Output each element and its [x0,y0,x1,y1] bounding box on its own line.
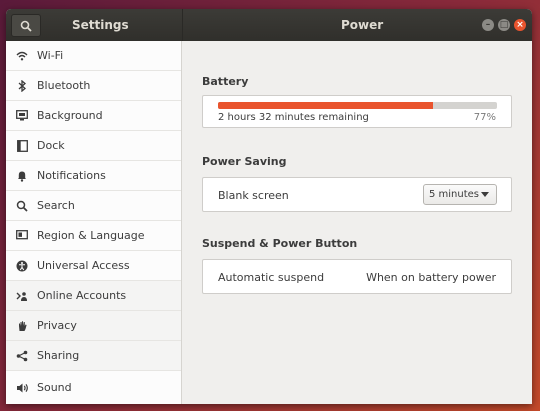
panel-title: Power [341,18,384,32]
sidebar-item-label: Background [37,109,103,122]
sidebar-item-label: Online Accounts [37,289,127,302]
sidebar-item-label: Notifications [37,169,106,182]
maximize-button[interactable]: □ [498,19,510,31]
power-saving-panel: Blank screen 5 minutes [202,177,512,212]
background-icon [15,109,29,123]
titlebar-divider [182,9,183,41]
battery-panel: 2 hours 32 minutes remaining 77% [202,95,512,128]
share-icon [15,349,29,363]
search-icon [20,20,32,32]
speaker-icon [15,381,29,395]
battery-percent: 77% [473,112,496,123]
search-icon [15,199,29,213]
bluetooth-icon [15,79,29,93]
sidebar-item-label: Search [37,199,75,212]
sidebar-item-search[interactable]: Search [6,191,181,221]
maximize-icon: □ [499,20,509,30]
blank-screen-value: 5 minutes [429,189,480,200]
blank-screen-dropdown[interactable]: 5 minutes [423,184,497,205]
sidebar-item-privacy[interactable]: Privacy [6,311,181,341]
blank-screen-label: Blank screen [218,189,289,202]
sidebar-item-label: Dock [37,139,65,152]
bell-icon [15,169,29,183]
app-title: Settings [72,18,129,32]
sidebar-item-universal-access[interactable]: Universal Access [6,251,181,281]
online-accounts-icon [15,289,29,303]
automatic-suspend-row[interactable]: Automatic suspend When on battery power [202,259,512,294]
automatic-suspend-value: When on battery power [366,271,496,284]
sidebar: Wi-Fi Bluetooth Background Dock Notifica… [6,41,182,404]
sidebar-item-label: Wi-Fi [37,49,64,62]
battery-level-fill [218,102,433,109]
search-button[interactable] [11,14,41,37]
power-panel: Battery 2 hours 32 minutes remaining 77%… [182,41,532,404]
sidebar-item-bluetooth[interactable]: Bluetooth [6,71,181,101]
sidebar-item-sharing[interactable]: Sharing [6,341,181,371]
sidebar-item-label: Sound [37,381,72,394]
battery-level-bar [218,102,497,109]
hand-icon [15,319,29,333]
wifi-icon [15,49,29,63]
settings-window: Settings Power – □ × Wi-Fi Bluetooth Bac… [6,9,532,404]
sidebar-item-online-accounts[interactable]: Online Accounts [6,281,181,311]
sidebar-item-label: Bluetooth [37,79,91,92]
sidebar-item-background[interactable]: Background [6,101,181,131]
title-bar: Settings Power – □ × [6,9,532,41]
sidebar-item-region-language[interactable]: Region & Language [6,221,181,251]
suspend-section-title: Suspend & Power Button [202,237,358,250]
sidebar-item-notifications[interactable]: Notifications [6,161,181,191]
power-saving-section-title: Power Saving [202,155,287,168]
sidebar-item-label: Sharing [37,349,80,362]
automatic-suspend-label: Automatic suspend [218,271,325,284]
close-icon: × [516,20,524,30]
sidebar-item-wifi[interactable]: Wi-Fi [6,41,181,71]
sidebar-item-sound[interactable]: Sound [6,371,181,404]
accessibility-icon [15,259,29,273]
minimize-icon: – [485,20,491,30]
battery-section-title: Battery [202,75,249,88]
sidebar-item-label: Privacy [37,319,77,332]
sidebar-item-dock[interactable]: Dock [6,131,181,161]
flag-icon [15,229,29,243]
close-button[interactable]: × [514,19,526,31]
sidebar-item-label: Region & Language [37,229,145,242]
minimize-button[interactable]: – [482,19,494,31]
dock-icon [15,139,29,153]
battery-remaining-text: 2 hours 32 minutes remaining [218,112,369,123]
chevron-down-icon [481,192,489,197]
sidebar-item-label: Universal Access [37,259,130,272]
